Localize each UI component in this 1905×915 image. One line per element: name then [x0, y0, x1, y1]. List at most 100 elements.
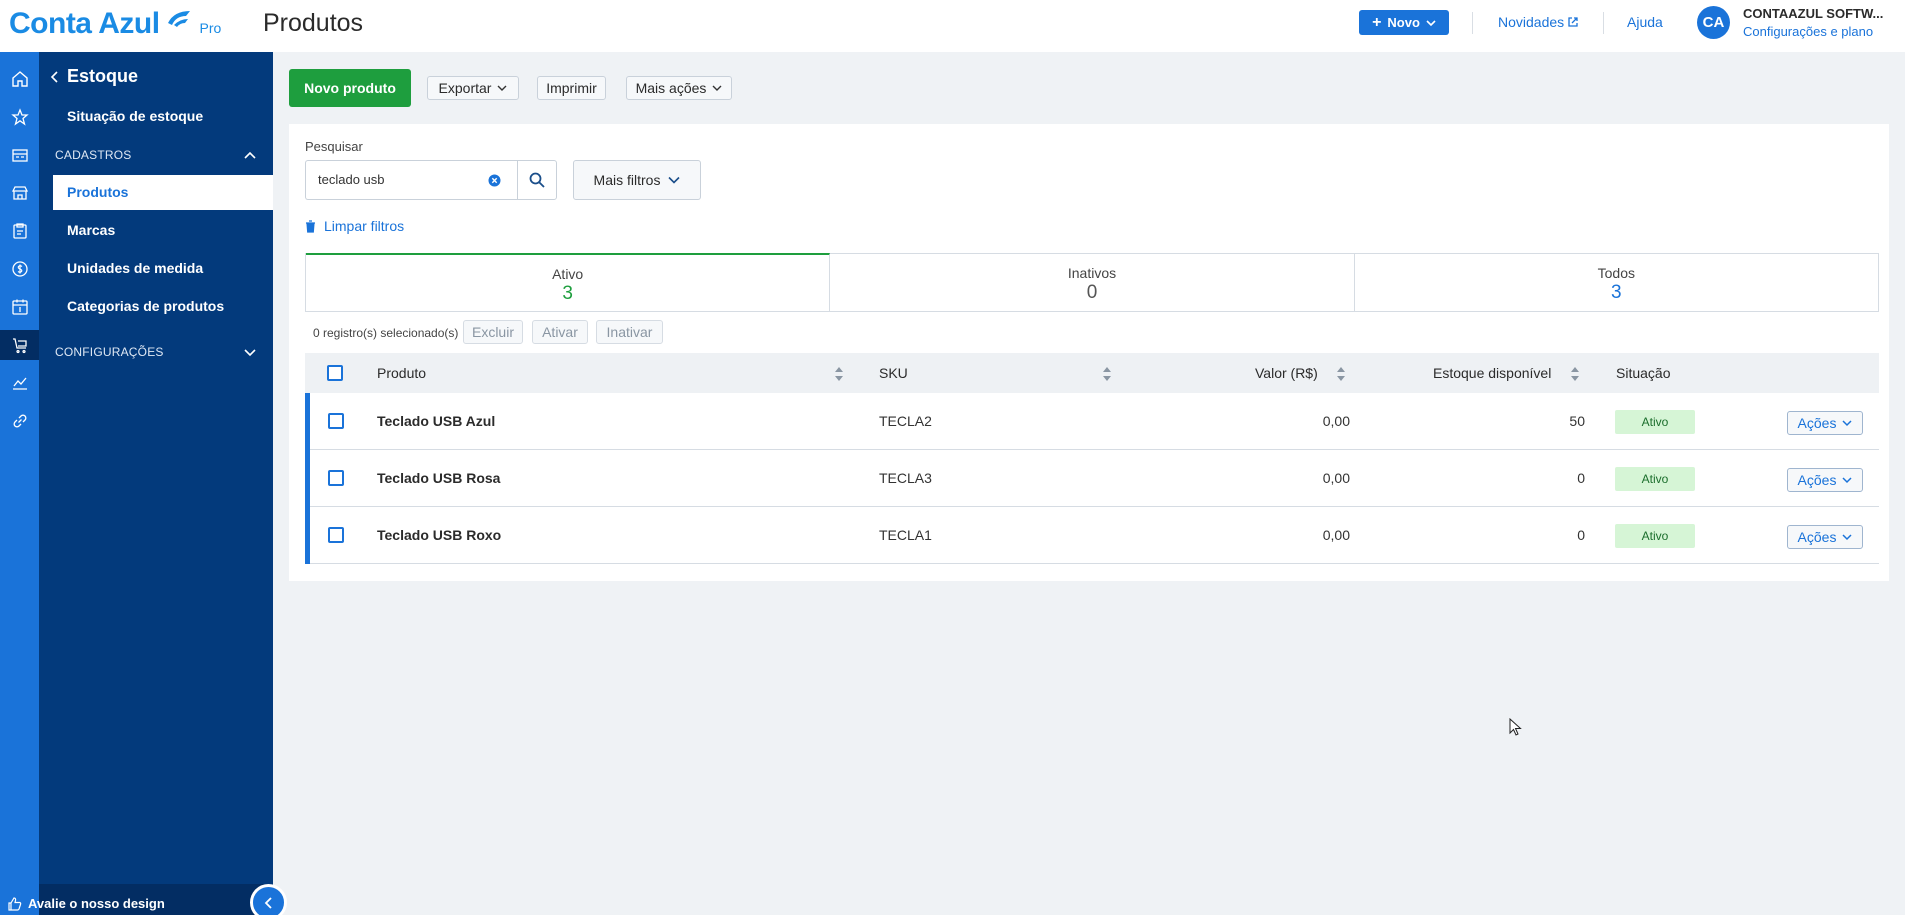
product-stock: 50	[1569, 413, 1585, 429]
row-checkbox[interactable]	[328, 413, 344, 429]
tab-inativos[interactable]: Inativos 0	[830, 254, 1355, 311]
column-header-estoque[interactable]: Estoque disponível	[1433, 365, 1551, 381]
sort-icon[interactable]	[1336, 366, 1346, 382]
actions-button[interactable]: Ações	[1787, 468, 1863, 492]
column-header-produto[interactable]: Produto	[377, 365, 426, 381]
table-row[interactable]: Teclado USB Azul TECLA2 0,00 50 Ativo Aç…	[305, 393, 1879, 450]
column-header-sku[interactable]: SKU	[879, 365, 908, 381]
chevron-left-icon	[264, 896, 272, 909]
sort-icon[interactable]	[1102, 366, 1112, 382]
clear-filters-label: Limpar filtros	[324, 218, 405, 234]
register-icon[interactable]	[0, 140, 39, 170]
clipboard-icon[interactable]	[0, 216, 39, 246]
product-value: 0,00	[1322, 470, 1350, 486]
sidebar-item-produtos[interactable]: Produtos	[53, 175, 273, 210]
company-name[interactable]: CONTAAZUL SOFTW...	[1743, 6, 1883, 21]
clear-search-icon[interactable]	[488, 174, 501, 187]
print-button[interactable]: Imprimir	[537, 76, 606, 100]
link-icon[interactable]	[0, 406, 39, 436]
external-link-icon	[1568, 17, 1578, 27]
ajuda-link[interactable]: Ajuda	[1627, 14, 1663, 30]
chevron-down-icon	[1842, 534, 1852, 541]
row-indicator	[305, 507, 310, 564]
search-icon	[529, 172, 545, 188]
table-header: Produto SKU Valor (R$) Estoque disponíve…	[305, 353, 1879, 393]
table-row[interactable]: Teclado USB Roxo TECLA1 0,00 0 Ativo Açõ…	[305, 507, 1879, 564]
collapse-sidebar-button[interactable]	[250, 884, 287, 915]
chevron-down-icon[interactable]	[243, 345, 257, 359]
dollar-icon[interactable]	[0, 254, 39, 284]
chevron-left-icon	[50, 70, 58, 83]
activate-button[interactable]: Ativar	[532, 320, 588, 344]
calendar-money-icon[interactable]	[0, 292, 39, 322]
row-checkbox[interactable]	[328, 527, 344, 543]
sidebar-back-estoque[interactable]: Estoque	[50, 66, 138, 87]
search-button[interactable]	[517, 160, 557, 200]
delete-button[interactable]: Excluir	[463, 320, 523, 344]
sort-icon[interactable]	[834, 366, 844, 382]
product-sku: TECLA3	[879, 470, 932, 486]
sidebar-item-unidades-medida[interactable]: Unidades de medida	[67, 260, 203, 276]
novidades-link[interactable]: Novidades	[1498, 14, 1578, 30]
chart-icon[interactable]	[0, 368, 39, 398]
deactivate-button[interactable]: Inativar	[596, 320, 663, 344]
sidebar-item-situacao-estoque[interactable]: Situação de estoque	[67, 108, 203, 124]
select-all-checkbox[interactable]	[327, 365, 343, 381]
avatar[interactable]: CA	[1697, 6, 1730, 39]
sidebar-item-marcas[interactable]: Marcas	[67, 222, 115, 238]
more-actions-label: Mais ações	[635, 80, 707, 96]
store-icon[interactable]	[0, 178, 39, 208]
chevron-down-icon	[497, 85, 507, 91]
tab-count: 0	[1086, 282, 1098, 303]
actions-button[interactable]: Ações	[1787, 411, 1863, 435]
tab-todos[interactable]: Todos 3	[1355, 254, 1878, 311]
sidebar-back-label: Estoque	[67, 66, 139, 86]
sidebar-section-configuracoes[interactable]: CONFIGURAÇÕES	[55, 345, 164, 359]
divider	[1603, 12, 1604, 34]
column-header-valor[interactable]: Valor (R$)	[1255, 365, 1318, 381]
feedback-link[interactable]: Avalie o nosso design	[8, 896, 165, 911]
home-icon[interactable]	[0, 64, 39, 94]
logo-pro-badge: Pro	[199, 20, 222, 36]
tab-label: Inativos	[1067, 265, 1117, 281]
thumbs-up-icon	[8, 896, 22, 911]
star-icon[interactable]	[0, 102, 39, 132]
row-checkbox[interactable]	[328, 470, 344, 486]
sidebar-section-cadastros[interactable]: CADASTROS	[55, 148, 131, 162]
export-button[interactable]: Exportar	[427, 76, 519, 100]
product-value: 0,00	[1322, 527, 1350, 543]
product-name[interactable]: Teclado USB Rosa	[377, 470, 500, 486]
logo-text: Conta Azul	[9, 7, 160, 40]
page-title: Produtos	[263, 9, 364, 37]
inventory-icon[interactable]	[0, 330, 39, 360]
tab-ativo[interactable]: Ativo 3	[306, 253, 831, 311]
product-name[interactable]: Teclado USB Roxo	[377, 527, 501, 543]
more-actions-button[interactable]: Mais ações	[626, 76, 732, 100]
chevron-down-icon	[1842, 477, 1852, 484]
actions-label: Ações	[1797, 529, 1837, 545]
search-input[interactable]: teclado usb	[305, 160, 517, 200]
product-name[interactable]: Teclado USB Azul	[377, 413, 495, 429]
actions-button[interactable]: Ações	[1787, 525, 1863, 549]
status-badge: Ativo	[1615, 467, 1695, 491]
product-stock: 0	[1577, 527, 1585, 543]
top-bar: Conta Azul Pro Produtos + Novo Novidades…	[0, 0, 1905, 52]
sidebar-item-categorias[interactable]: Categorias de produtos	[67, 298, 224, 314]
column-header-situacao: Situação	[1616, 365, 1671, 381]
plus-icon: +	[1372, 13, 1382, 31]
more-filters-button[interactable]: Mais filtros	[573, 160, 701, 200]
conta-azul-logo[interactable]: Conta Azul Pro	[9, 7, 221, 41]
sort-icon[interactable]	[1570, 366, 1580, 382]
status-badge: Ativo	[1615, 410, 1695, 434]
tab-count: 3	[562, 283, 573, 304]
product-value: 0,00	[1322, 413, 1350, 429]
new-product-button[interactable]: Novo produto	[289, 69, 411, 107]
chevron-up-icon[interactable]	[243, 148, 257, 162]
search-label: Pesquisar	[305, 139, 363, 154]
settings-and-plan-link[interactable]: Configurações e plano	[1743, 24, 1873, 39]
new-button[interactable]: + Novo	[1359, 10, 1449, 35]
row-indicator	[305, 393, 310, 450]
table-row[interactable]: Teclado USB Rosa TECLA3 0,00 0 Ativo Açõ…	[305, 450, 1879, 507]
novidades-label: Novidades	[1498, 14, 1565, 30]
clear-filters-link[interactable]: Limpar filtros	[305, 218, 404, 234]
